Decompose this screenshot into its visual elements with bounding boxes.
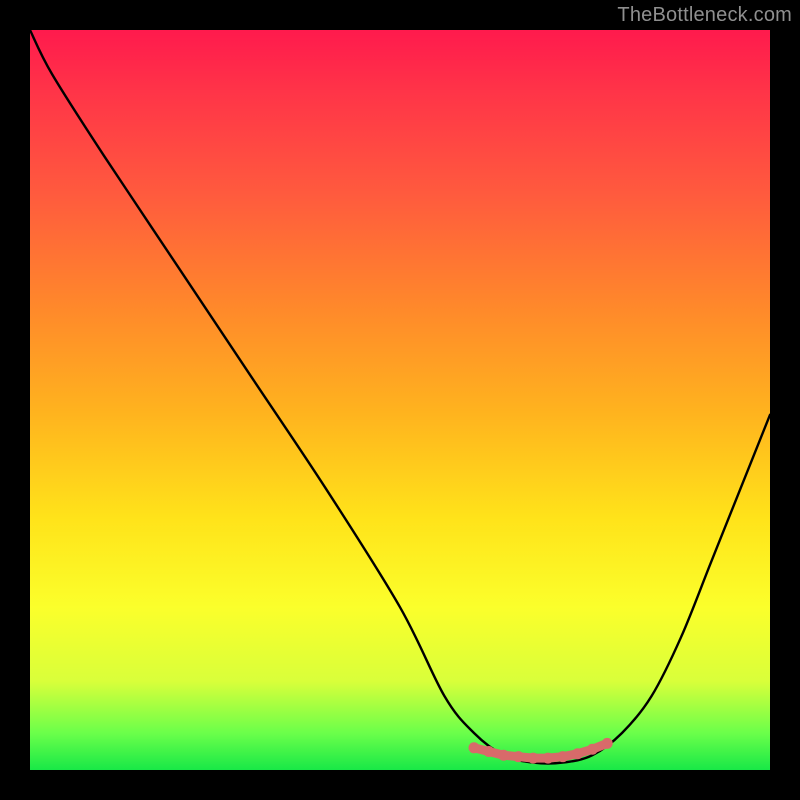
watermark-text: TheBottleneck.com — [617, 4, 792, 27]
optimal-marker — [483, 746, 494, 757]
curve-line — [30, 30, 770, 764]
optimal-marker — [469, 742, 480, 753]
optimal-marker — [557, 751, 568, 762]
optimal-marker — [602, 738, 613, 749]
optimal-marker — [528, 753, 539, 764]
optimal-range-markers — [469, 738, 613, 764]
bottleneck-curve — [30, 30, 770, 770]
chart-frame: TheBottleneck.com — [0, 0, 800, 800]
plot-area — [30, 30, 770, 770]
optimal-marker — [513, 751, 524, 762]
optimal-marker — [498, 750, 509, 761]
optimal-marker — [587, 744, 598, 755]
optimal-marker — [572, 748, 583, 759]
optimal-marker — [543, 753, 554, 764]
